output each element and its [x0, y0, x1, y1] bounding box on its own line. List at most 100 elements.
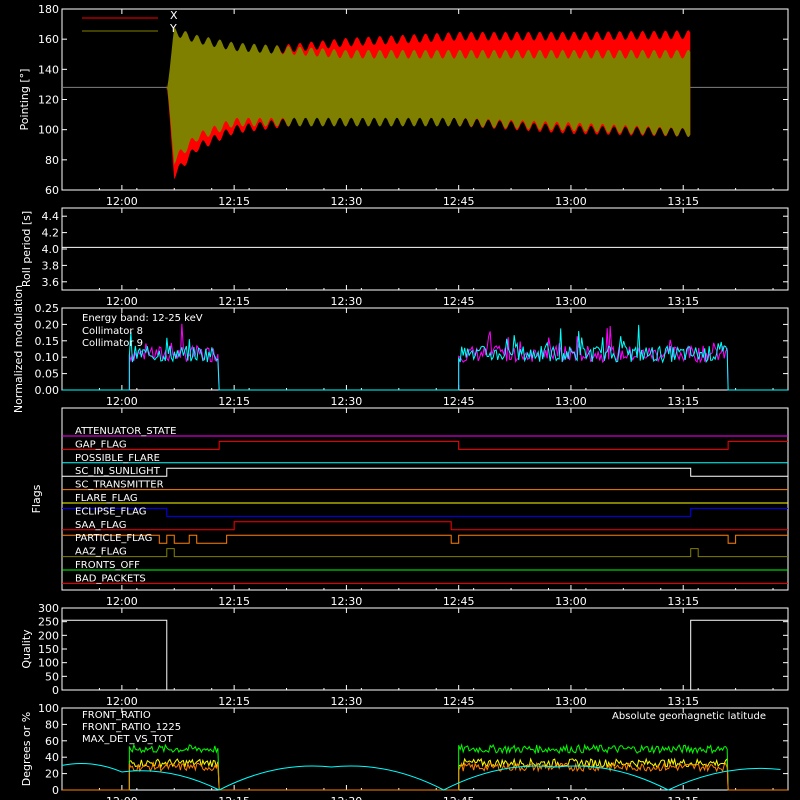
roll-frame	[61, 207, 789, 291]
flags-xtick-label: 12:15	[218, 595, 250, 608]
quality-frame	[61, 607, 789, 691]
roll-xtick-label: 13:15	[667, 295, 699, 308]
modulation-legend-collimator-8: Collimator 8	[82, 326, 143, 337]
ratios-xtick-label: 13:15	[667, 795, 699, 800]
flags-ylabel: Flags	[30, 484, 43, 513]
pointing-xtick-label: 12:15	[218, 195, 250, 208]
flags-xtick-label: 13:00	[555, 595, 587, 608]
pointing-ytick-label: 180	[38, 3, 59, 16]
quality-ytick-label: 250	[38, 616, 59, 629]
quality-ylabel: Quality	[20, 629, 33, 669]
modulation-xtick-label: 12:30	[331, 395, 363, 408]
quality-xtick-label: 12:00	[106, 695, 138, 708]
flags-xtick-label: 13:15	[667, 595, 699, 608]
pointing-ytick-label: 160	[38, 33, 59, 46]
flag-label-possible_flare: POSSIBLE_FLARE	[75, 453, 160, 464]
modulation-ytick-label: 0.00	[35, 384, 60, 397]
flag-line-eclipse_flag	[62, 507, 788, 517]
modulation-xtick-label: 13:15	[667, 395, 699, 408]
ratios-ytick-label: 60	[45, 735, 59, 748]
pointing-xtick-label: 13:15	[667, 195, 699, 208]
roll-ytick-label: 3.8	[42, 259, 60, 272]
pointing-xtick-label: 12:45	[443, 195, 475, 208]
modulation-xtick-label: 12:00	[106, 395, 138, 408]
ratio-legend-front_ratio: FRONT_RATIO	[82, 710, 151, 721]
quality-ytick-label: 0	[52, 684, 59, 697]
pointing-ylabel: Pointing [°]	[18, 69, 31, 131]
roll-ytick-label: 4.4	[42, 210, 60, 223]
flag-label-gap_flag: GAP_FLAG	[75, 439, 127, 450]
ratios-xtick-label: 13:00	[555, 795, 587, 800]
roll-xtick-label: 12:00	[106, 295, 138, 308]
ratios-xtick-label: 12:15	[218, 795, 250, 800]
pointing-ytick-label: 120	[38, 94, 59, 107]
quality-ytick-label: 200	[38, 629, 59, 642]
roll-ytick-label: 4.2	[42, 227, 60, 240]
pointing-xtick-label: 13:00	[555, 195, 587, 208]
ratio-legend-front_ratio_1225: FRONT_RATIO_1225	[82, 722, 181, 733]
flag-label-flare_flag: FLARE_FLAG	[75, 493, 138, 504]
roll-ytick-label: 3.6	[42, 276, 60, 289]
flag-label-attenuator_state: ATTENUATOR_STATE	[75, 426, 176, 437]
flags-xtick-label: 12:00	[106, 595, 138, 608]
flag-line-saa_flag	[62, 521, 788, 531]
ratio-series-max_det_vs_tot	[62, 761, 788, 791]
quality-xtick-label: 12:45	[443, 695, 475, 708]
ratio-legend-geomagnetic-latitude: Absolute geomagnetic latitude	[612, 711, 766, 722]
modulation-xtick-label: 12:15	[218, 395, 250, 408]
quality-xtick-label: 13:15	[667, 695, 699, 708]
roll-xtick-label: 13:00	[555, 295, 587, 308]
pointing-legend-label-x: X	[170, 9, 178, 22]
ratios-xtick-label: 12:45	[443, 795, 475, 800]
pointing-legend-label-y: Y	[169, 22, 177, 35]
roll-ylabel: Roll period [s]	[20, 211, 33, 287]
quality-ytick-label: 50	[45, 670, 59, 683]
roll-xtick-label: 12:30	[331, 295, 363, 308]
ratios-ytick-label: 40	[45, 751, 59, 764]
pointing-xtick-label: 12:00	[106, 195, 138, 208]
flags-xtick-label: 12:30	[331, 595, 363, 608]
modulation-ytick-label: 0.20	[35, 318, 60, 331]
modulation-xtick-label: 13:00	[555, 395, 587, 408]
ratios-ytick-label: 100	[38, 702, 59, 715]
flag-line-particle_flag	[62, 534, 788, 544]
ratios-xtick-label: 12:00	[106, 795, 138, 800]
ratios-xtick-label: 12:30	[331, 795, 363, 800]
flags-xtick-label: 12:45	[443, 595, 475, 608]
modulation-legend-collimator-9: Collimator 9	[82, 338, 143, 349]
pointing-ytick-label: 80	[45, 154, 59, 167]
ratio-series-geomagnetic-latitude	[61, 763, 781, 791]
modulation-ylabel: Normalized modulation	[12, 285, 25, 413]
quality-xtick-label: 13:00	[555, 695, 587, 708]
flag-line-aaz_flag	[62, 548, 788, 558]
flag-label-sc_transmitter: SC_TRANSMITTER	[75, 480, 164, 491]
rhessi-quicklook-figure: 12:00 12:15 12:30 12:45 13:00 13:15 Pointing […	[12, 3, 789, 800]
modulation-ytick-label: 0.05	[35, 368, 60, 381]
modulation-legend-title: Energy band: 12-25 keV	[82, 313, 203, 324]
roll-xtick-label: 12:45	[443, 295, 475, 308]
modulation-ytick-label: 0.10	[35, 351, 60, 364]
quality-ytick-label: 100	[38, 657, 59, 670]
flag-label-aaz_flag: AAZ_FLAG	[75, 547, 127, 558]
pointing-ytick-label: 60	[45, 184, 59, 197]
flag-label-saa_flag: SAA_FLAG	[75, 520, 126, 531]
ratios-ylabel: Degrees or %	[20, 712, 33, 786]
flag-label-sc_in_sunlight: SC_IN_SUNLIGHT	[75, 466, 161, 477]
roll-xtick-label: 12:15	[218, 295, 250, 308]
flag-label-eclipse_flag: ECLIPSE_FLAG	[75, 506, 146, 517]
roll-ytick-label: 4.0	[42, 243, 60, 256]
flag-line-sc_in_sunlight	[62, 467, 788, 477]
ratios-ytick-label: 80	[45, 718, 59, 731]
flag-line-gap_flag	[62, 440, 788, 450]
modulation-ytick-label: 0.25	[35, 302, 60, 315]
flag-label-fronts_off: FRONTS_OFF	[75, 560, 140, 571]
quality-xtick-label: 12:15	[218, 695, 250, 708]
quality-xtick-label: 12:30	[331, 695, 363, 708]
quality-ytick-label: 300	[38, 602, 59, 615]
quality-ytick-label: 150	[38, 643, 59, 656]
pointing-ytick-label: 140	[38, 63, 59, 76]
quality-line	[62, 619, 788, 691]
pointing-ytick-label: 100	[38, 124, 59, 137]
flag-label-bad_packets: BAD_PACKETS	[75, 573, 146, 584]
ratios-ytick-label: 20	[45, 768, 59, 781]
